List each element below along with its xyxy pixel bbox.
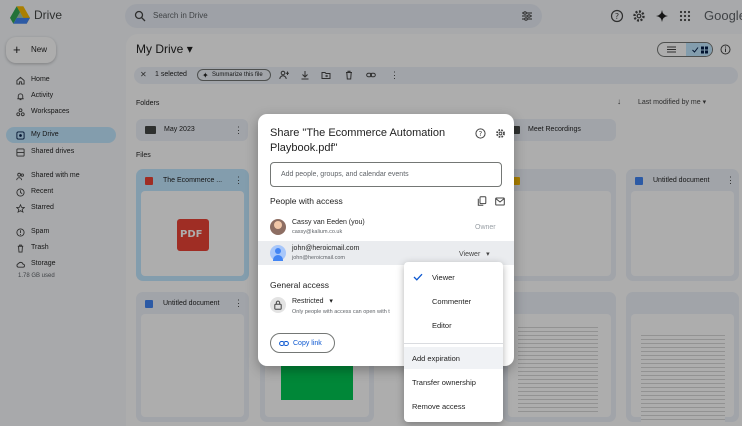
person-email: cassy@kalium.co.uk	[292, 229, 343, 235]
menu-item-transfer-ownership[interactable]: Transfer ownership	[404, 371, 503, 393]
menu-item-label: Commenter	[432, 297, 472, 306]
access-description: Only people with access can open with t	[292, 309, 390, 315]
menu-item-label: Add expiration	[412, 354, 460, 363]
add-people-input[interactable]: Add people, groups, and calendar events	[270, 162, 502, 187]
menu-item-label: Remove access	[412, 402, 466, 411]
avatar	[270, 219, 286, 235]
caret-down-icon: ▾	[486, 251, 490, 258]
role-menu: Viewer Commenter Editor Add expiration T…	[404, 262, 503, 422]
menu-item-label: Viewer	[432, 273, 455, 282]
help-icon[interactable]: ?	[475, 128, 486, 139]
lock-icon-container	[270, 297, 286, 313]
access-level: Restricted	[292, 298, 324, 305]
role-label: Viewer	[459, 251, 481, 258]
role-dropdown[interactable]: Viewer ▾	[459, 250, 490, 258]
settings-gear-icon[interactable]	[495, 128, 506, 139]
lock-icon	[274, 300, 282, 310]
menu-item-editor[interactable]: Editor	[404, 314, 503, 336]
copy-link-button[interactable]: Copy link	[270, 333, 335, 353]
add-people-placeholder: Add people, groups, and calendar events	[281, 171, 409, 178]
copy-emails-icon[interactable]	[477, 196, 487, 206]
person-row-owner: Cassy van Eeden (you) cassy@kalium.co.uk…	[258, 215, 514, 239]
general-access-heading: General access	[270, 280, 330, 290]
link-icon	[279, 341, 289, 346]
person-name: john@heroicmail.com	[292, 245, 360, 252]
general-access-dropdown[interactable]: Restricted ▾	[292, 297, 333, 305]
menu-item-label: Editor	[432, 321, 452, 330]
owner-role-label: Owner	[475, 224, 496, 231]
menu-item-label: Transfer ownership	[412, 378, 476, 387]
person-name: Cassy van Eeden (you)	[292, 219, 365, 226]
menu-item-remove-access[interactable]: Remove access	[404, 395, 503, 417]
email-icon[interactable]	[495, 197, 505, 206]
menu-item-viewer[interactable]: Viewer	[404, 266, 503, 288]
menu-item-commenter[interactable]: Commenter	[404, 290, 503, 312]
share-dialog-title: Share "The Ecommerce Automation Playbook…	[270, 127, 446, 154]
copy-link-label: Copy link	[293, 340, 322, 347]
menu-divider	[404, 343, 503, 344]
avatar	[270, 245, 286, 261]
check-icon	[413, 273, 423, 281]
people-with-access-heading: People with access	[270, 196, 343, 206]
caret-down-icon: ▾	[329, 298, 333, 305]
person-email: john@heroicmail.com	[292, 255, 345, 261]
menu-item-add-expiration[interactable]: Add expiration	[404, 347, 503, 369]
svg-text:?: ?	[479, 130, 483, 138]
